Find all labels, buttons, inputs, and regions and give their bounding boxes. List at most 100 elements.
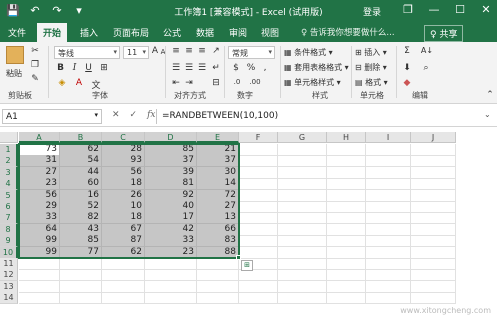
cell[interactable] (197, 292, 239, 305)
tab-view[interactable]: 视图 (261, 26, 279, 39)
cell[interactable] (366, 189, 411, 202)
cell[interactable] (60, 258, 102, 270)
cell[interactable] (411, 292, 456, 305)
row-header[interactable]: 7 (0, 212, 18, 225)
cell[interactable] (239, 292, 278, 305)
cell[interactable]: 18 (102, 178, 145, 191)
row-header[interactable]: 5 (0, 189, 18, 202)
tell-me-search[interactable]: ♀ 告诉我你想要做什么... (301, 26, 395, 38)
row-header[interactable]: 12 (0, 269, 18, 282)
borders-icon[interactable]: ⊞ (98, 63, 110, 73)
autosum-button[interactable]: Σ (402, 46, 412, 56)
cell[interactable]: 29 (19, 201, 60, 213)
cell[interactable] (239, 235, 278, 248)
cell[interactable]: 16 (60, 189, 102, 202)
row-header[interactable]: 4 (0, 178, 18, 191)
align-bottom-icon[interactable]: ≡ (197, 46, 207, 56)
cell[interactable] (197, 258, 239, 270)
expand-formula-icon[interactable]: ⌄ (484, 110, 491, 119)
cell[interactable] (366, 166, 411, 179)
cell[interactable] (60, 292, 102, 305)
font-name-select[interactable]: 等线 ▾ (54, 46, 120, 59)
row-header[interactable]: 14 (0, 292, 18, 305)
cell[interactable]: 23 (145, 246, 197, 259)
row-header[interactable]: 11 (0, 258, 18, 270)
cut-icon[interactable]: ✂ (30, 46, 40, 56)
cell[interactable] (239, 178, 278, 191)
comma-style-button[interactable]: , (260, 63, 270, 73)
cell[interactable]: 37 (197, 155, 239, 168)
cell[interactable]: 18 (102, 212, 145, 225)
row-header[interactable]: 13 (0, 280, 18, 293)
cell[interactable] (278, 269, 327, 282)
cell[interactable] (239, 201, 278, 213)
cell[interactable]: 33 (19, 212, 60, 225)
cell[interactable]: 23 (19, 178, 60, 191)
copy-icon[interactable]: ❐ (30, 60, 40, 70)
column-header-a[interactable]: A (19, 132, 60, 143)
cell[interactable]: 42 (145, 223, 197, 236)
increase-indent-icon[interactable]: ⇥ (184, 78, 194, 88)
align-top-icon[interactable]: ≡ (171, 46, 181, 56)
cell[interactable] (239, 280, 278, 293)
column-header-i[interactable]: I (366, 132, 411, 143)
cell[interactable] (411, 178, 456, 191)
row-header[interactable]: 9 (0, 235, 18, 248)
cell[interactable] (327, 269, 366, 282)
cell[interactable]: 27 (19, 166, 60, 179)
cell[interactable]: 27 (197, 201, 239, 213)
cell[interactable] (278, 155, 327, 168)
row-header[interactable]: 3 (0, 166, 18, 179)
cell[interactable]: 73 (19, 144, 60, 156)
cell[interactable] (411, 280, 456, 293)
cell[interactable]: 39 (145, 166, 197, 179)
cell[interactable] (239, 246, 278, 259)
column-header-d[interactable]: D (145, 132, 197, 143)
cell[interactable]: 28 (102, 144, 145, 156)
cell[interactable] (327, 292, 366, 305)
column-header-c[interactable]: C (102, 132, 145, 143)
share-button[interactable]: ♀ 共享 (424, 25, 464, 42)
cell[interactable]: 82 (60, 212, 102, 225)
cell[interactable] (366, 201, 411, 213)
cell[interactable]: 99 (19, 235, 60, 248)
cell[interactable]: 66 (197, 223, 239, 236)
cell[interactable]: 72 (197, 189, 239, 202)
enter-icon[interactable]: ✓ (130, 110, 138, 120)
orientation-icon[interactable]: ↗ (211, 46, 221, 56)
cell[interactable] (145, 280, 197, 293)
tab-home[interactable]: 开始 (37, 23, 68, 42)
tab-insert[interactable]: 插入 (80, 26, 98, 39)
align-left-icon[interactable]: ☰ (171, 63, 181, 73)
cell[interactable] (278, 280, 327, 293)
cell[interactable] (411, 212, 456, 225)
cell[interactable]: 85 (60, 235, 102, 248)
cell[interactable] (411, 269, 456, 282)
insert-function-button[interactable]: fx (147, 110, 155, 120)
cell[interactable] (19, 258, 60, 270)
cell[interactable] (366, 235, 411, 248)
ribbon-display-icon[interactable]: ❐ (401, 3, 415, 16)
cell[interactable] (278, 144, 327, 156)
cell[interactable] (411, 144, 456, 156)
decrease-decimal-icon[interactable]: .00 (248, 78, 262, 86)
cell[interactable]: 31 (19, 155, 60, 168)
cell[interactable] (327, 235, 366, 248)
cell[interactable]: 92 (145, 189, 197, 202)
paste-button[interactable]: 粘贴 (6, 68, 22, 79)
insert-cells-button[interactable]: ⊞ 插入 ▾ (355, 47, 387, 58)
cell[interactable] (411, 223, 456, 236)
align-middle-icon[interactable]: ≡ (184, 46, 194, 56)
increase-font-icon[interactable]: A (151, 46, 159, 56)
cell[interactable] (327, 280, 366, 293)
tab-file[interactable]: 文件 (8, 26, 26, 39)
align-center-icon[interactable]: ☰ (184, 63, 194, 73)
cell[interactable] (239, 155, 278, 168)
column-header-e[interactable]: E (197, 132, 239, 143)
cell[interactable]: 10 (102, 201, 145, 213)
format-painter-icon[interactable]: ✎ (30, 74, 40, 84)
quick-analysis-icon[interactable]: ⊞ (241, 260, 253, 271)
sort-filter-button[interactable]: A↓ (420, 46, 434, 55)
select-all-corner[interactable] (0, 132, 18, 143)
cell[interactable]: 30 (197, 166, 239, 179)
